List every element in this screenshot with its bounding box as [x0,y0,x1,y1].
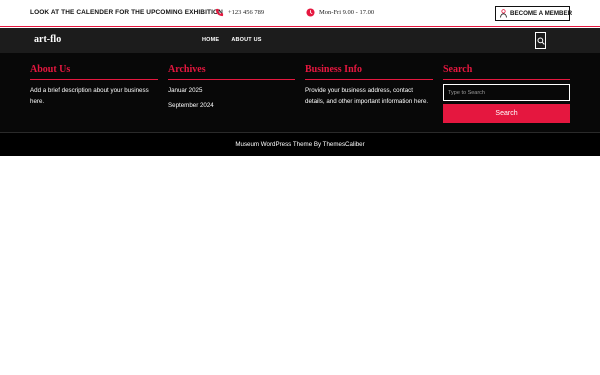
opening-hours: Mon-Fri 9.00 - 17.00 [306,8,374,17]
search-icon [536,32,545,50]
search-button[interactable]: Search [443,104,570,123]
become-member-label: BECOME A MEMBER [510,10,573,17]
about-widget-text: Add a brief description about your busin… [30,87,149,105]
footer-widgets: About Us Add a brief description about y… [0,53,600,132]
about-widget-title: About Us [30,64,158,80]
archives-list: Januar 2025 September 2024 [168,85,295,111]
archive-link[interactable]: Januar 2025 [168,85,295,96]
phone-icon [215,8,224,17]
business-info-widget: Business Info Provide your business addr… [305,64,433,107]
search-input[interactable] [443,84,570,101]
become-member-button[interactable]: BECOME A MEMBER [495,5,573,23]
about-widget: About Us Add a brief description about y… [30,64,158,107]
main-navbar: art-flo HOME ABOUT US [0,28,600,53]
user-icon [500,5,507,23]
search-widget-title: Search [443,64,570,80]
archives-widget-title: Archives [168,64,295,80]
archive-link[interactable]: September 2024 [168,100,295,111]
search-toggle-button[interactable] [535,32,546,49]
footer-credit[interactable]: Museum WordPress Theme By ThemesCaliber [0,141,600,148]
business-info-text: Provide your business address, contact d… [305,87,429,105]
hours-text: Mon-Fri 9.00 - 17.00 [319,9,375,16]
site-logo[interactable]: art-flo [34,34,61,45]
footer-bottom-bar: Museum WordPress Theme By ThemesCaliber [0,132,600,156]
announcement-text: LOOK AT THE CALENDER FOR THE UPCOMING EX… [30,9,223,16]
primary-menu: HOME ABOUT US [202,37,262,43]
phone-number: +123 456 789 [228,9,265,16]
nav-item-about-us[interactable]: ABOUT US [231,37,261,43]
clock-icon [306,8,315,17]
search-widget: Search Search [443,64,570,123]
top-bar: LOOK AT THE CALENDER FOR THE UPCOMING EX… [0,0,600,27]
phone-info[interactable]: +123 456 789 [215,8,264,17]
business-info-title: Business Info [305,64,433,80]
archives-widget: Archives Januar 2025 September 2024 [168,64,295,111]
nav-item-home[interactable]: HOME [202,37,219,43]
